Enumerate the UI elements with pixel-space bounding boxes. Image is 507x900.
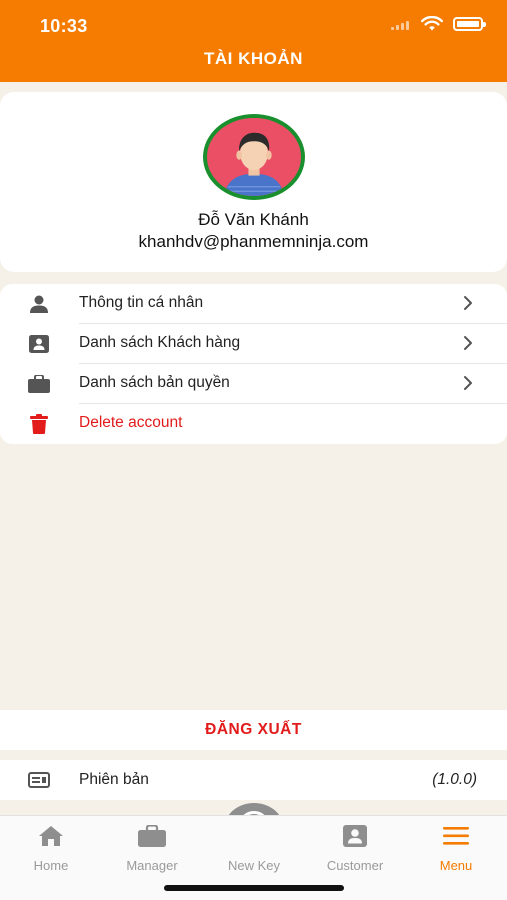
tab-manager[interactable]: Manager bbox=[102, 822, 202, 882]
version-value: (1.0.0) bbox=[432, 771, 477, 788]
tab-menu[interactable]: Menu bbox=[406, 822, 506, 882]
user-avatar-icon bbox=[207, 118, 301, 196]
version-label: Phiên bản bbox=[79, 771, 149, 788]
home-indicator bbox=[164, 885, 344, 891]
user-email: khanhdv@phanmemninja.com bbox=[138, 232, 369, 251]
version-row: Phiên bản (1.0.0) bbox=[0, 760, 507, 800]
user-name: Đỗ Văn Khánh bbox=[198, 210, 309, 229]
tab-customer[interactable]: Customer bbox=[305, 822, 405, 882]
contact-card-icon bbox=[340, 822, 370, 850]
home-icon bbox=[36, 822, 66, 850]
menu-item-license-list[interactable]: Danh sách bản quyền bbox=[0, 364, 507, 404]
tab-label: Home bbox=[33, 858, 69, 873]
person-icon bbox=[28, 294, 50, 314]
cellular-signal-icon bbox=[391, 18, 411, 30]
logout-label: ĐĂNG XUẤT bbox=[205, 721, 302, 738]
tab-label: New Key bbox=[227, 858, 281, 873]
tab-label: Manager bbox=[126, 858, 178, 873]
profile-card: Đỗ Văn Khánh khanhdv@phanmemninja.com bbox=[0, 92, 507, 272]
status-icons bbox=[391, 16, 486, 32]
menu-item-personal-info[interactable]: Thông tin cá nhân bbox=[0, 284, 507, 324]
device-icon bbox=[28, 772, 50, 788]
tab-label: Menu bbox=[439, 858, 473, 873]
menu-item-label: Thông tin cá nhân bbox=[79, 294, 204, 311]
wifi-icon bbox=[421, 16, 443, 31]
trash-icon bbox=[28, 414, 50, 434]
briefcase-icon bbox=[28, 374, 50, 394]
briefcase-icon bbox=[137, 822, 167, 850]
status-bar: 10:33 bbox=[0, 0, 507, 44]
menu-item-label: Danh sách bản quyền bbox=[79, 374, 230, 391]
avatar[interactable] bbox=[203, 114, 305, 200]
menu-item-label: Danh sách Khách hàng bbox=[79, 334, 241, 351]
contact-card-icon bbox=[28, 334, 50, 354]
menu-item-customer-list[interactable]: Danh sách Khách hàng bbox=[0, 324, 507, 364]
tab-new-key[interactable]: New Key bbox=[204, 822, 304, 882]
app-header: 10:33 TÀI KHOẢN bbox=[0, 0, 507, 82]
status-time: 10:33 bbox=[40, 16, 88, 36]
account-menu: Thông tin cá nhân Danh sách Khách hàng D… bbox=[0, 284, 507, 444]
hamburger-icon bbox=[441, 822, 471, 850]
menu-item-delete-account[interactable]: Delete account bbox=[0, 404, 507, 444]
chevron-right-icon bbox=[464, 376, 472, 390]
tab-home[interactable]: Home bbox=[1, 822, 101, 882]
battery-icon bbox=[453, 17, 486, 31]
logout-button[interactable]: ĐĂNG XUẤT bbox=[0, 710, 507, 750]
menu-item-label: Delete account bbox=[79, 414, 183, 431]
chevron-right-icon bbox=[464, 336, 472, 350]
chevron-right-icon bbox=[464, 296, 472, 310]
page-title: TÀI KHOẢN bbox=[204, 49, 303, 68]
tab-label: Customer bbox=[326, 858, 384, 873]
